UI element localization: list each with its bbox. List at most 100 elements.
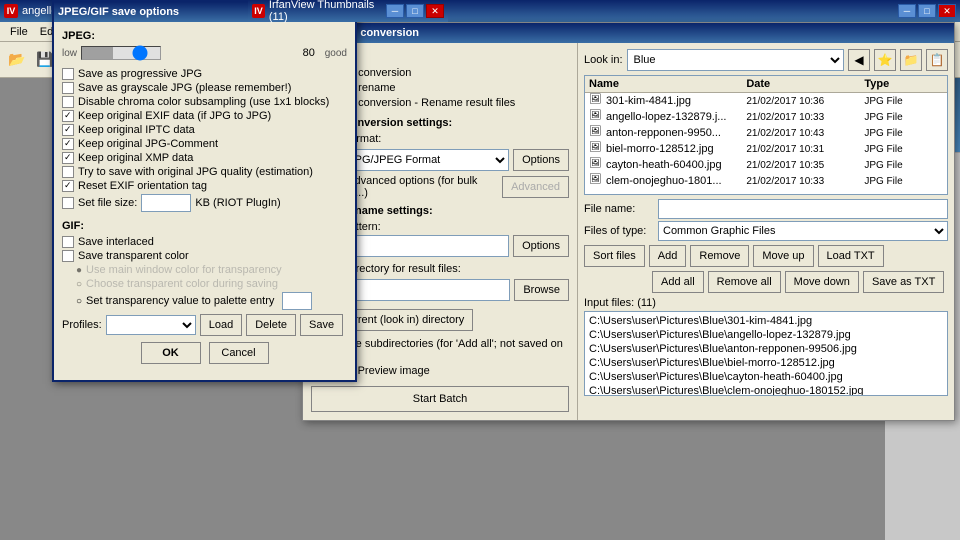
file-name-field-label: File name: (584, 203, 654, 215)
nav-forward-button[interactable]: ⭐ (874, 49, 896, 71)
thumb-close-btn[interactable]: ✕ (426, 4, 444, 18)
file-size-input[interactable]: 65.00 (141, 194, 191, 212)
disable-chroma-cb[interactable] (62, 96, 74, 108)
file-name-1: angello-lopez-132879.j... (606, 111, 726, 123)
file-row[interactable]: 🖼anton-repponen-9950... 21/02/2017 10:43… (585, 125, 947, 141)
load-profile-button[interactable]: Load (200, 314, 242, 336)
try-save-label: Try to save with original JPG quality (e… (78, 166, 313, 178)
input-file-4: C:\Users\user\Pictures\Blue\cayton-heath… (587, 370, 945, 384)
reset-exif-label: Reset EXIF orientation tag (78, 180, 207, 192)
files-of-type-label: Files of type: (584, 225, 654, 237)
file-row[interactable]: 🖼cayton-heath-60400.jpg 21/02/2017 10:35… (585, 157, 947, 173)
name-options-button[interactable]: Options (513, 235, 569, 257)
file-name-0: 301-kim-4841.jpg (606, 95, 691, 107)
disable-chroma-label: Disable chroma color subsampling (use 1x… (78, 96, 329, 108)
look-in-select[interactable]: Blue (627, 49, 844, 71)
file-type-2: JPG File (864, 128, 943, 139)
nav-back-button[interactable]: ◀ (848, 49, 870, 71)
file-name-2: anton-repponen-9950... (606, 127, 721, 139)
file-row[interactable]: 🖼angello-lopez-132879.j... 21/02/2017 10… (585, 109, 947, 125)
file-icon-4: 🖼 (589, 158, 603, 172)
file-row[interactable]: 🖼biel-morro-128512.jpg 21/02/2017 10:31 … (585, 141, 947, 157)
save-as-txt-button[interactable]: Save as TXT (863, 271, 944, 293)
remove-all-button[interactable]: Remove all (708, 271, 781, 293)
keep-exif-cb[interactable] (62, 110, 74, 122)
cancel-button[interactable]: Cancel (209, 342, 269, 364)
load-txt-button[interactable]: Load TXT (818, 245, 884, 267)
profiles-label: Profiles: (62, 319, 102, 331)
file-type-4: JPG File (864, 160, 943, 171)
reset-exif-cb[interactable] (62, 180, 74, 192)
set-file-size-cb[interactable] (62, 197, 74, 209)
add-button[interactable]: Add (649, 245, 687, 267)
add-all-button[interactable]: Add all (652, 271, 704, 293)
thumbnail-window-title: IrfanView Thumbnails (11) (269, 0, 386, 23)
use-main-window-label: Use main window color for transparency (86, 264, 282, 276)
options-button[interactable]: Options (513, 149, 569, 171)
quality-slider[interactable] (81, 46, 161, 60)
jpeg-dialog: JPEG/GIF save options ✕ JPEG: low 80 goo… (52, 0, 357, 382)
delete-profile-button[interactable]: Delete (246, 314, 296, 336)
advanced-button[interactable]: Advanced (502, 176, 569, 198)
keep-comment-cb[interactable] (62, 138, 74, 150)
file-type-1: JPG File (864, 112, 943, 123)
input-file-5: C:\Users\user\Pictures\Blue\clem-onojegh… (587, 384, 945, 396)
batch-dialog: 🔴 Batch conversion Work as: Batch conver… (302, 22, 955, 421)
file-row[interactable]: 🖼clem-onojeghuo-1801... 21/02/2017 10:33… (585, 173, 947, 189)
keep-iptc-label: Keep original IPTC data (78, 124, 195, 136)
sort-files-button[interactable]: Sort files (584, 245, 645, 267)
menu-file[interactable]: File (4, 24, 34, 40)
file-date-3: 21/02/2017 10:31 (746, 144, 864, 155)
file-type-3: JPG File (864, 144, 943, 155)
files-of-type-select[interactable]: Common Graphic Files (658, 221, 948, 241)
quality-good-label: good (325, 48, 347, 59)
file-type-5: JPG File (864, 176, 943, 187)
file-icon-5: 🖼 (589, 174, 603, 188)
file-date-4: 21/02/2017 10:35 (746, 160, 864, 171)
file-icon-0: 🖼 (589, 94, 603, 108)
batch-dialog-title: 🔴 Batch conversion (303, 23, 954, 43)
file-icon-1: 🖼 (589, 110, 603, 124)
remove-button[interactable]: Remove (690, 245, 749, 267)
save-grayscale-cb[interactable] (62, 82, 74, 94)
minimize-button[interactable]: ─ (898, 4, 916, 18)
file-icon-3: 🖼 (589, 142, 603, 156)
try-save-cb[interactable] (62, 166, 74, 178)
save-transparent-cb[interactable] (62, 250, 74, 262)
keep-xmp-cb[interactable] (62, 152, 74, 164)
keep-exif-label: Keep original EXIF data (if JPG to JPG) (78, 110, 271, 122)
input-files-label: Input files: (11) (584, 297, 948, 309)
thumb-minimize-btn[interactable]: ─ (386, 4, 404, 18)
close-button[interactable]: ✕ (938, 4, 956, 18)
file-date-5: 21/02/2017 10:33 (746, 176, 864, 187)
col-date: Date (746, 78, 864, 90)
gif-section-label: GIF: (62, 220, 347, 232)
file-icon-2: 🖼 (589, 126, 603, 140)
file-date-2: 21/02/2017 10:43 (746, 128, 864, 139)
browse-button[interactable]: Browse (514, 279, 569, 301)
save-transparent-label: Save transparent color (78, 250, 189, 262)
start-batch-button[interactable]: Start Batch (311, 386, 569, 412)
input-file-2: C:\Users\user\Pictures\Blue\anton-reppon… (587, 342, 945, 356)
nav-up-button[interactable]: 📁 (900, 49, 922, 71)
nav-new-folder-button[interactable]: 📋 (926, 49, 948, 71)
col-type: Type (864, 78, 943, 90)
maximize-button[interactable]: □ (918, 4, 936, 18)
palette-input[interactable]: 0 (282, 292, 312, 310)
save-interlaced-label: Save interlaced (78, 236, 154, 248)
profiles-select[interactable] (106, 315, 196, 335)
move-down-button[interactable]: Move down (785, 271, 859, 293)
file-name-field[interactable] (658, 199, 948, 219)
file-row[interactable]: 🖼301-kim-4841.jpg 21/02/2017 10:36 JPG F… (585, 93, 947, 109)
app-icon: IV (4, 4, 18, 18)
input-files-list[interactable]: C:\Users\user\Pictures\Blue\301-kim-4841… (584, 311, 948, 396)
thumb-maximize-btn[interactable]: □ (406, 4, 424, 18)
move-up-button[interactable]: Move up (753, 245, 813, 267)
save-progressive-label: Save as progressive JPG (78, 68, 202, 80)
save-progressive-cb[interactable] (62, 68, 74, 80)
save-interlaced-cb[interactable] (62, 236, 74, 248)
save-profile-button[interactable]: Save (300, 314, 343, 336)
ok-button[interactable]: OK (141, 342, 201, 364)
open-button[interactable]: 📂 (4, 47, 30, 73)
keep-iptc-cb[interactable] (62, 124, 74, 136)
